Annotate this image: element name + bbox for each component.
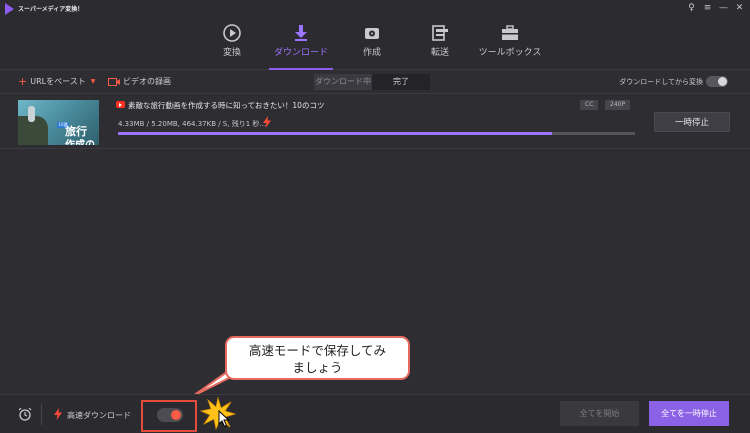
mouse-cursor-icon	[218, 410, 230, 428]
title-bar: スーパーメディア変換！ ♀ ≡ — ✕	[0, 0, 750, 18]
lightning-icon	[54, 408, 62, 420]
download-toolbar: + URLをペースト ▼ ビデオの録画 ダウンロード中 完了 ダウンロードしてか…	[0, 71, 750, 94]
tab-convert[interactable]: 変換	[200, 18, 264, 70]
status-segment: ダウンロード中 完了	[314, 74, 430, 90]
video-thumbnail[interactable]: 10選 旅行 作成の	[18, 100, 99, 145]
pause-all-button[interactable]: 全てを一時停止	[649, 401, 729, 426]
tab-download-label: ダウンロード	[273, 48, 328, 58]
quality-badge: 240P	[605, 100, 631, 110]
close-icon[interactable]: ✕	[735, 2, 744, 14]
segment-downloading[interactable]: ダウンロード中	[314, 74, 372, 90]
high-speed-toggle[interactable]	[157, 408, 183, 422]
record-video-button[interactable]: ビデオの録画	[108, 76, 171, 87]
paste-url-button[interactable]: + URLをペースト ▼	[18, 76, 95, 87]
tab-transfer-label: 転送	[430, 48, 449, 58]
progress-bar	[118, 132, 635, 135]
lightning-icon	[263, 116, 271, 128]
chevron-down-icon: ▼	[90, 78, 96, 85]
tab-toolbox[interactable]: ツールボックス	[478, 18, 542, 70]
youtube-icon	[116, 101, 125, 108]
tab-transfer[interactable]: 転送	[408, 18, 472, 70]
progress-fill	[118, 132, 553, 135]
window-controls: ♀ ≡ — ✕	[687, 2, 744, 14]
download-item: 10選 旅行 作成の 素敵な旅行動画を作成する時に知っておきたい！10のコツ C…	[0, 95, 750, 149]
high-speed-label: 高速ダウンロード	[67, 411, 131, 420]
convert-icon	[221, 22, 243, 44]
segment-finished[interactable]: 完了	[372, 74, 430, 90]
start-all-button[interactable]: 全てを開始	[560, 401, 639, 426]
video-title: 素敵な旅行動画を作成する時に知っておきたい！10のコツ	[128, 101, 325, 110]
burn-disc-icon	[361, 22, 383, 44]
record-video-label: ビデオの録画	[123, 77, 171, 86]
convert-after-download-toggle[interactable]	[706, 76, 728, 87]
thumbnail-text-2: 作成の	[65, 136, 95, 145]
tab-burn-label: 作成	[362, 48, 381, 58]
alarm-clock-icon[interactable]	[18, 407, 32, 421]
callout-line-1: 高速モードで保存してみ	[248, 343, 387, 358]
app-title: スーパーメディア変換！	[18, 6, 84, 13]
download-stats: 4.33MB / 5.20MB, 464.37KB / S, 残り1 秒...	[118, 120, 267, 128]
camera-icon	[108, 77, 120, 86]
transfer-icon	[429, 22, 451, 44]
app-logo-icon	[5, 3, 14, 15]
user-icon[interactable]: ♀	[687, 2, 696, 14]
plus-icon: +	[18, 74, 28, 88]
download-icon	[290, 22, 312, 44]
top-nav: 変換 ダウンロード 作成 転送 ツールボックス	[0, 18, 750, 70]
tab-convert-label: 変換	[222, 48, 241, 58]
toolbox-icon	[499, 22, 521, 44]
convert-after-download-label: ダウンロードしてから変換	[619, 78, 703, 86]
tab-toolbox-label: ツールボックス	[478, 48, 542, 58]
pause-item-button[interactable]: 一時停止	[654, 112, 730, 132]
tab-burn[interactable]: 作成	[340, 18, 404, 70]
minimize-icon[interactable]: —	[719, 2, 728, 14]
tip-callout: 高速モードで保存してみ ましょう	[225, 336, 410, 380]
callout-line-2: ましょう	[292, 360, 343, 375]
tab-download[interactable]: ダウンロード	[269, 18, 333, 70]
cc-badge: CC	[580, 100, 599, 110]
divider	[41, 404, 42, 425]
menu-icon[interactable]: ≡	[703, 2, 712, 14]
paste-url-label: URLをペースト	[30, 77, 86, 86]
